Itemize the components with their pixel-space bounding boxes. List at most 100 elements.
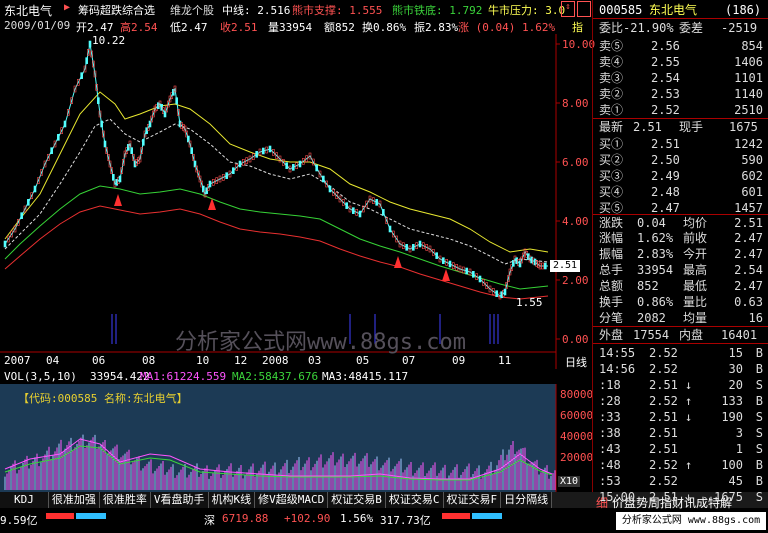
- tick-price: 2.51: [649, 410, 678, 424]
- stat-label: 换手: [599, 295, 624, 309]
- tick-row[interactable]: :28 2.52 ↑ 133 B: [593, 393, 768, 409]
- bar-amplitude: 振2.83%: [414, 21, 459, 34]
- ask-label: 卖③: [599, 71, 624, 85]
- bid-row[interactable]: 买③ 2.49 602: [593, 168, 768, 184]
- indicator-tab[interactable]: KDJ: [0, 492, 49, 508]
- bid-label: 买②: [599, 153, 624, 167]
- tick-row[interactable]: :18 2.51 ↓ 20 S: [593, 377, 768, 393]
- tick-price: 2.52: [649, 458, 678, 472]
- candle: [448, 260, 452, 268]
- tick-row[interactable]: :33 2.51 ↓ 190 S: [593, 409, 768, 425]
- hand-label: 现手: [679, 120, 704, 134]
- tick-volume: 15: [728, 346, 743, 360]
- quote-number: (186): [725, 3, 762, 17]
- bar-tail: 指: [572, 21, 583, 34]
- bid-row[interactable]: 买① 2.51 1242: [593, 136, 768, 152]
- ask-row[interactable]: 卖② 2.53 1140: [593, 86, 768, 102]
- tick-volume: 190: [721, 410, 743, 424]
- status-blue-bar-2: [472, 513, 502, 519]
- vol-title[interactable]: VOL(3,5,10): [4, 370, 77, 383]
- tick-volume: 20: [728, 378, 743, 392]
- tick-time: :33: [599, 410, 621, 424]
- y-tick-label: 6.00: [562, 156, 589, 169]
- bid-label: 买④: [599, 185, 624, 199]
- candle: [418, 240, 422, 248]
- vol-y-tick-label: 80000: [560, 388, 594, 401]
- tick-arrow-icon: ↓: [685, 410, 693, 424]
- tick-side: B: [755, 458, 763, 472]
- ask-row[interactable]: 卖⑤ 2.56 854: [593, 38, 768, 54]
- price-chart-svg[interactable]: [0, 34, 592, 369]
- indicator-tab[interactable]: 很准胜率: [99, 492, 151, 508]
- weibi-label: 委比: [599, 21, 624, 35]
- volume-chart[interactable]: 【代码:000585 名称:东北电气】 80000 60000 40000 20000…: [0, 384, 594, 492]
- ask-row[interactable]: 卖① 2.52 2510: [593, 102, 768, 118]
- indicator-tab[interactable]: 日分隔线: [501, 492, 553, 508]
- price-chart[interactable]: 10.22 1.55 2.51 10.00 8.00 6.00 4.00 2.00 0.0…: [0, 34, 595, 370]
- candle: [405, 244, 408, 251]
- volume-header: VOL(3,5,10) 33954.422 MA1:61224.559 MA2:…: [0, 370, 592, 384]
- period-label[interactable]: 日线: [565, 354, 587, 370]
- indicator-tab[interactable]: 权证交易C: [385, 492, 444, 508]
- stat-label: 前收: [683, 231, 708, 245]
- tick-side: B: [755, 362, 763, 376]
- x-tick-label: 06: [92, 354, 106, 367]
- indicator-tab[interactable]: 权证交易B: [328, 492, 386, 508]
- bar-high: 高2.54: [120, 21, 158, 34]
- tick-arrow-icon: ↑: [685, 394, 693, 408]
- candle: [435, 252, 438, 259]
- bar-open: 开2.47: [76, 21, 114, 34]
- tick-row[interactable]: :38 2.51 3 S: [593, 425, 768, 441]
- tick-row[interactable]: :48 2.52 ↑ 100 B: [593, 457, 768, 473]
- indicator-tab[interactable]: 很准加强: [48, 492, 100, 508]
- tick-price: 2.52: [649, 346, 678, 360]
- quote-name: 东北电气: [649, 3, 698, 17]
- ask-row[interactable]: 卖③ 2.54 1101: [593, 70, 768, 86]
- candle: [292, 164, 295, 171]
- ask-label: 卖⑤: [599, 39, 624, 53]
- low-price-label: 1.55: [516, 296, 543, 309]
- play-arrow-icon[interactable]: ▶: [64, 2, 70, 13]
- candle: [130, 147, 133, 154]
- bid-price: 2.48: [651, 185, 680, 199]
- indicator-tab[interactable]: 机构K线: [208, 492, 256, 508]
- scroll-arrows-icon[interactable]: ⇕: [561, 1, 575, 17]
- tick-row[interactable]: 14:55 2.52 15 B: [593, 345, 768, 361]
- mid-line-value: 中线: 2.516: [222, 4, 291, 17]
- candle: [388, 225, 392, 233]
- candle: [208, 180, 212, 188]
- candle: [97, 97, 100, 104]
- indicator-tab[interactable]: V看盘助手: [150, 492, 209, 508]
- tick-row[interactable]: :43 2.51 1 S: [593, 441, 768, 457]
- stat-value: 0.86%: [637, 295, 674, 309]
- ask-price: 2.52: [651, 103, 680, 117]
- candle: [285, 162, 288, 169]
- window-toggle-icon[interactable]: [577, 1, 591, 17]
- tick-price: 2.51: [649, 378, 678, 392]
- tick-row[interactable]: 15:00 2.51 ↓ 1675 S: [593, 489, 768, 505]
- ask-price: 2.54: [651, 71, 680, 85]
- ask-price: 2.55: [651, 55, 680, 69]
- ask-label: 卖①: [599, 103, 624, 117]
- stat-label: 涨幅: [599, 231, 624, 245]
- indicator-tab[interactable]: 修V超级MACD: [255, 492, 329, 508]
- tick-row[interactable]: 14:56 2.52 30 B: [593, 361, 768, 377]
- bid-row[interactable]: 买② 2.50 590: [593, 152, 768, 168]
- candle: [20, 212, 23, 219]
- ask-row[interactable]: 卖④ 2.55 1406: [593, 54, 768, 70]
- tick-time: :53: [599, 474, 621, 488]
- candle: [85, 57, 88, 64]
- candle: [478, 275, 482, 283]
- bid-row[interactable]: 买④ 2.48 601: [593, 184, 768, 200]
- last-label: 最新: [599, 120, 624, 134]
- indicator-tab[interactable]: 权证交易F: [443, 492, 502, 508]
- candle: [315, 164, 318, 172]
- status-red-bar-2: [442, 513, 470, 519]
- stat-value: 2082: [637, 311, 666, 325]
- last-price: 2.51: [633, 120, 662, 134]
- index-amount: 317.73亿: [380, 514, 431, 527]
- candle: [112, 174, 115, 181]
- tick-row[interactable]: :53 2.52 45 B: [593, 473, 768, 489]
- indicator-name[interactable]: 筹码超跌综合选: [78, 2, 155, 18]
- tick-volume: 1: [735, 442, 743, 456]
